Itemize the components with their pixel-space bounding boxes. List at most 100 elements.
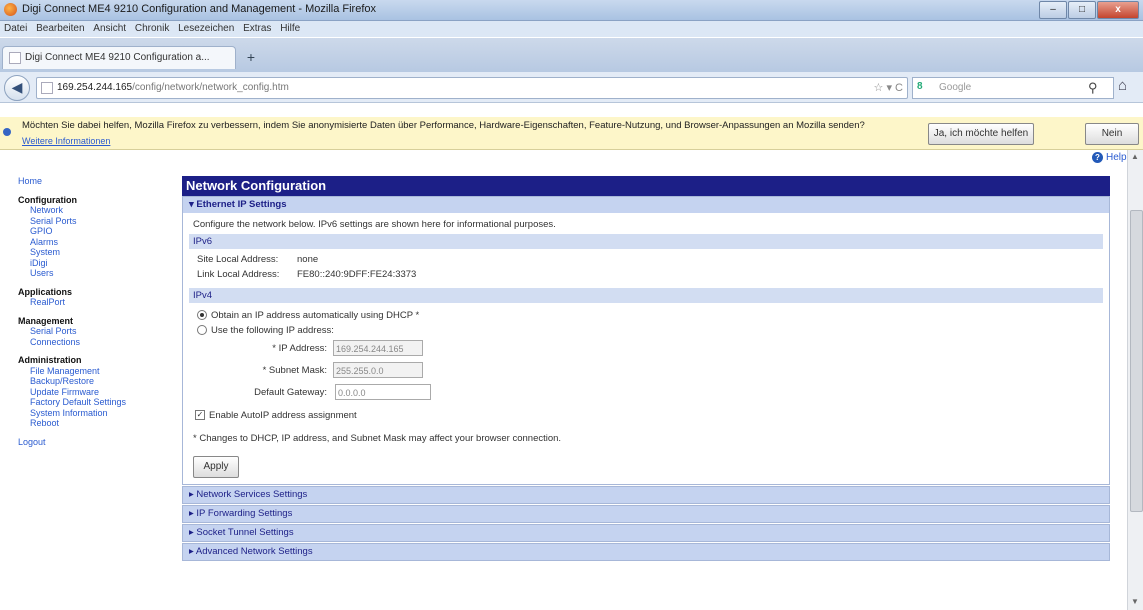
sidebar-item-gpio[interactable]: GPIO [18,226,178,237]
network-services-toggle[interactable]: ▸ Network Services Settings [182,486,1110,504]
bookmark-reload-controls[interactable]: ☆ ▾ C [874,81,903,94]
scroll-up-icon[interactable]: ▲ [1131,152,1139,161]
sidebar-item-update-firmware[interactable]: Update Firmware [18,387,178,398]
window-controls: – □ x [1038,1,1139,19]
change-note: * Changes to DHCP, IP address, and Subne… [193,433,562,444]
url-path: /config/network/network_config.htm [132,82,289,93]
minimize-button[interactable]: – [1039,1,1067,19]
sidebar-item-mgmt-serial-ports[interactable]: Serial Ports [18,326,178,337]
ip-forwarding-toggle[interactable]: ▸ IP Forwarding Settings [182,505,1110,523]
menu-bar: Datei Bearbeiten Ansicht Chronik Lesezei… [0,21,1143,37]
ip-address-field[interactable]: 169.254.244.165 [333,340,423,356]
sidebar-heading-configuration: Configuration [18,194,77,205]
sidebar-item-serial-ports[interactable]: Serial Ports [18,216,178,227]
sidebar-item-network[interactable]: Network [18,205,178,216]
tab-label: Digi Connect ME4 9210 Configuration a... [25,52,210,63]
search-placeholder: Google [939,82,972,93]
ethernet-ip-section: ▾ Ethernet IP Settings Configure the net… [182,196,1110,485]
subnet-mask-field[interactable]: 255.255.0.0 [333,362,423,378]
gateway-field[interactable]: 0.0.0.0 [335,384,431,400]
sidebar-item-factory-defaults[interactable]: Factory Default Settings [18,397,178,408]
static-ip-radio[interactable] [197,325,207,336]
sidebar-heading-management: Management [18,315,74,326]
no-button[interactable]: Nein [1085,123,1139,145]
notification-message: Möchten Sie dabei helfen, Mozilla Firefo… [22,120,865,131]
navigation-bar: ◀ 169.254.244.165/config/network/network… [0,72,1143,103]
sidebar: Home Configuration Network Serial Ports … [18,176,178,447]
site-local-label: Site Local Address: [197,254,279,265]
sidebar-item-backup-restore[interactable]: Backup/Restore [18,376,178,387]
site-identity-icon[interactable] [41,82,53,94]
subnet-mask-row: * Subnet Mask: 255.255.0.0 [183,360,1109,382]
advanced-network-toggle[interactable]: ▸ Advanced Network Settings [182,543,1110,561]
intro-text: Configure the network below. IPv6 settin… [193,219,556,230]
home-icon[interactable]: ⌂ [1118,77,1127,94]
menu-hilfe[interactable]: Hilfe [280,23,300,34]
apply-button[interactable]: Apply [193,456,239,478]
url-host: 169.254.244.165 [57,82,133,93]
menu-datei[interactable]: Datei [4,23,27,34]
page-title: Network Configuration [182,176,1110,196]
sidebar-item-connections[interactable]: Connections [18,337,178,348]
sidebar-logout[interactable]: Logout [18,437,178,448]
sidebar-item-file-management[interactable]: File Management [18,366,178,377]
sidebar-heading-applications: Applications [18,286,73,297]
menu-chronik[interactable]: Chronik [135,23,169,34]
ipv4-heading: IPv4 [189,288,1103,303]
page-scrollbar[interactable]: ▲ ▼ [1127,150,1143,610]
yes-help-button[interactable]: Ja, ich möchte helfen [928,123,1034,145]
back-button[interactable]: ◀ [4,75,30,101]
site-local-value: none [297,254,319,265]
autoip-row[interactable]: ✓ Enable AutoIP address assignment [183,404,1109,423]
help-label: Help [1106,152,1127,163]
new-tab-button[interactable]: + [242,49,260,67]
subnet-mask-label: * Subnet Mask: [262,365,327,376]
static-radio-row[interactable]: Use the following IP address: [183,323,1109,338]
help-link[interactable]: ? Help [1092,152,1127,163]
maximize-button[interactable]: □ [1068,1,1096,19]
dhcp-radio[interactable] [197,310,207,321]
gateway-label: Default Gateway: [254,387,327,398]
menu-lesezeichen[interactable]: Lesezeichen [178,23,234,34]
more-info-link[interactable]: Weitere Informationen [22,136,110,146]
notification-bar: Möchten Sie dabei helfen, Mozilla Firefo… [0,117,1143,150]
sidebar-item-system[interactable]: System [18,247,178,258]
autoip-label: Enable AutoIP address assignment [209,410,357,421]
help-icon: ? [1092,152,1103,163]
ethernet-ip-settings-toggle[interactable]: ▾ Ethernet IP Settings [183,196,1109,213]
ip-address-label: * IP Address: [272,343,327,354]
search-input[interactable]: 8 Google [912,77,1114,99]
tab-bar: Digi Connect ME4 9210 Configuration a...… [0,38,1143,72]
sidebar-item-reboot[interactable]: Reboot [18,418,178,429]
sidebar-item-users[interactable]: Users [18,268,178,279]
tab-active[interactable]: Digi Connect ME4 9210 Configuration a... [2,46,236,69]
search-icon[interactable]: ⚲ [1088,80,1098,96]
close-button[interactable]: x [1097,1,1139,19]
sidebar-item-alarms[interactable]: Alarms [18,237,178,248]
firefox-icon [4,3,17,16]
scroll-down-icon[interactable]: ▼ [1131,597,1139,606]
scrollbar-thumb[interactable] [1130,210,1143,512]
main-panel: Network Configuration ▾ Ethernet IP Sett… [182,176,1110,561]
page-icon [9,52,21,64]
dhcp-label: Obtain an IP address automatically using… [211,310,420,321]
ipv6-heading: IPv6 [189,234,1103,249]
sidebar-item-idigi[interactable]: iDigi [18,258,178,269]
link-local-label: Link Local Address: [197,269,280,280]
dhcp-radio-row[interactable]: Obtain an IP address automatically using… [183,303,1109,323]
menu-extras[interactable]: Extras [243,23,271,34]
sidebar-item-system-information[interactable]: System Information [18,408,178,419]
window-titlebar: Digi Connect ME4 9210 Configuration and … [0,0,1143,21]
menu-ansicht[interactable]: Ansicht [93,23,126,34]
sidebar-item-realport[interactable]: RealPort [18,297,178,308]
autoip-checkbox[interactable]: ✓ [195,410,205,421]
url-bar[interactable]: 169.254.244.165/config/network/network_c… [36,77,908,99]
site-local-row: Site Local Address: none [183,249,1109,267]
link-local-value: FE80::240:9DFF:FE24:3373 [297,269,417,280]
link-local-row: Link Local Address: FE80::240:9DFF:FE24:3… [183,267,1109,288]
menu-bearbeiten[interactable]: Bearbeiten [36,23,84,34]
static-label: Use the following IP address: [211,325,334,336]
google-icon[interactable]: 8 [917,81,923,92]
socket-tunnel-toggle[interactable]: ▸ Socket Tunnel Settings [182,524,1110,542]
sidebar-home[interactable]: Home [18,176,178,187]
